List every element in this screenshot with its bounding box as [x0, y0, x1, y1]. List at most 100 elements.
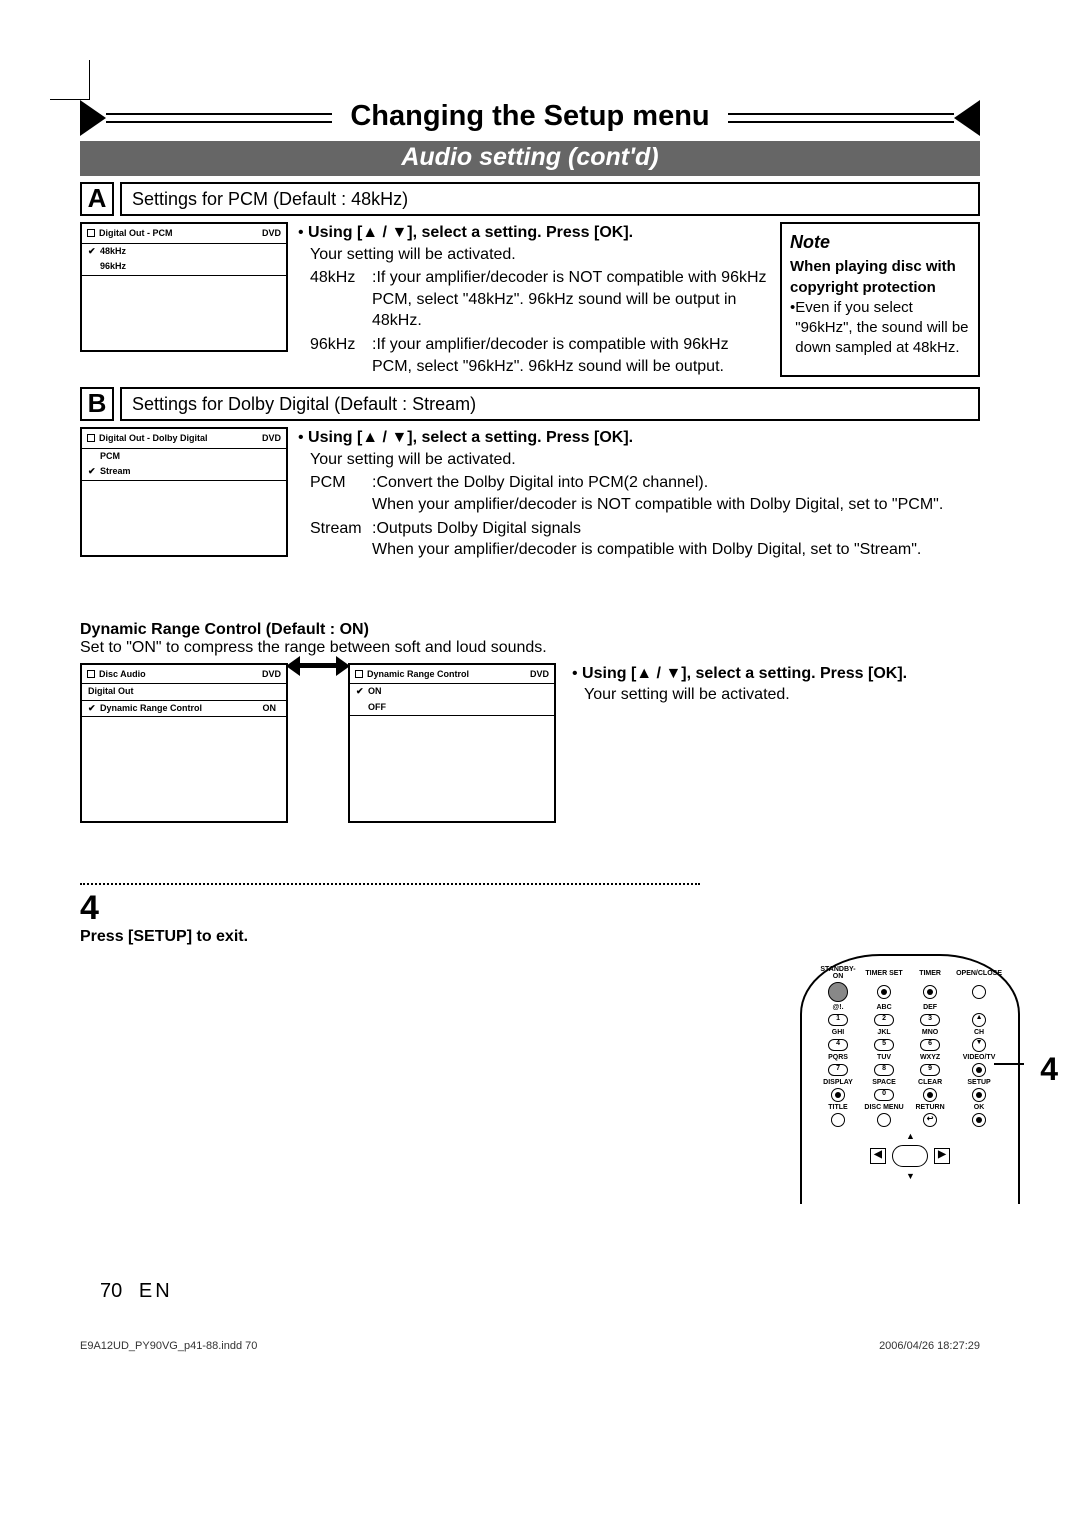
lbl: PQRS	[828, 1054, 848, 1061]
btn-setup	[972, 1088, 986, 1102]
v-pcmb: When your amplifier/decoder is NOT compa…	[372, 496, 943, 513]
section-b-text: • Using [▲ / ▼], select a setting. Press…	[298, 427, 980, 561]
section-a-title: Settings for PCM (Default : 48kHz)	[120, 182, 980, 216]
instr-drc: Using [▲ / ▼], select a setting. Press […	[582, 665, 907, 682]
page-lang: EN	[139, 1280, 173, 1302]
note-bullet: Even if you select "96kHz", the sound wi…	[795, 298, 970, 359]
btn-0: 0	[874, 1089, 894, 1101]
osd-drc-off: OFF	[350, 700, 554, 716]
lbl: VIDEO/TV	[963, 1054, 996, 1061]
lbl: TUV	[877, 1054, 891, 1061]
btn-timerset	[877, 985, 891, 999]
instr-a: Using [▲ / ▼], select a setting. Press […	[308, 224, 633, 241]
osd-da-header: Disc Audio	[99, 669, 146, 679]
line-a1: Your setting will be activated.	[298, 244, 770, 266]
k-96: 96kHz	[310, 334, 372, 377]
page-footer: 70 EN	[100, 1280, 173, 1303]
osd-badge: DVD	[530, 668, 549, 682]
lbl: DISC MENU	[864, 1104, 903, 1111]
lbl: CLEAR	[918, 1079, 942, 1086]
lbl: RETURN	[915, 1104, 944, 1111]
btn-display	[831, 1088, 845, 1102]
v-streamb: When your amplifier/decoder is compatibl…	[372, 541, 921, 558]
double-arrow-icon	[288, 663, 348, 668]
btn-4: 4	[828, 1039, 848, 1051]
lbl: TITLE	[828, 1104, 847, 1111]
step-4-number: 4	[80, 889, 980, 928]
osd-dolby-header: Digital Out - Dolby Digital	[99, 433, 208, 443]
k-pcm: PCM	[310, 472, 372, 515]
lbl: JKL	[877, 1029, 890, 1036]
section-b-title: Settings for Dolby Digital (Default : St…	[120, 387, 980, 421]
osd-badge: DVD	[262, 432, 281, 446]
btn-clear	[923, 1088, 937, 1102]
btn-1: 1	[828, 1014, 848, 1026]
osd-badge: DVD	[262, 227, 281, 241]
section-a-header: A Settings for PCM (Default : 48kHz)	[80, 182, 980, 216]
btn-8: 8	[874, 1064, 894, 1076]
drc-sub: Set to "ON" to compress the range betwee…	[80, 639, 980, 657]
lbl: GHI	[832, 1029, 844, 1036]
btn-5: 5	[874, 1039, 894, 1051]
subtitle-bar: Audio setting (cont'd)	[80, 141, 980, 176]
lbl: DEF	[923, 1004, 937, 1011]
btn-openclose	[972, 985, 986, 999]
osd-row-pcm: PCM	[82, 449, 286, 465]
osd-pcm-header: Digital Out - PCM	[99, 228, 173, 238]
btn-standby	[828, 982, 848, 1002]
osd-drc-header: Dynamic Range Control	[367, 669, 469, 679]
lbl: MNO	[922, 1029, 938, 1036]
print-file: E9A12UD_PY90VG_p41-88.indd 70	[80, 1340, 257, 1352]
page-title: Changing the Setup menu	[332, 100, 727, 133]
v-96: :If your amplifier/decoder is compatible…	[372, 334, 770, 377]
btn-3: 3	[920, 1014, 940, 1026]
lbl: OK	[974, 1104, 985, 1111]
lbl-standby: STANDBY-ON	[818, 966, 858, 980]
osd-pcm: Digital Out - PCM DVD 48kHz 96kHz	[80, 222, 288, 352]
btn-return: ↩	[923, 1113, 937, 1127]
section-letter-b: B	[80, 387, 114, 421]
osd-dolby: Digital Out - Dolby Digital DVD PCM Stre…	[80, 427, 288, 557]
osd-da-r2v: ON	[263, 702, 281, 716]
lbl: WXYZ	[920, 1054, 940, 1061]
drc-text: • Using [▲ / ▼], select a setting. Press…	[556, 663, 980, 706]
print-ts: 2006/04/26 18:27:29	[879, 1340, 980, 1352]
callout-4: 4	[1040, 1051, 1058, 1088]
line-b1: Your setting will be activated.	[298, 449, 980, 471]
page-content: Changing the Setup menu Audio setting (c…	[80, 100, 980, 946]
btn-ok	[972, 1113, 986, 1127]
osd-disc-audio: Disc Audio DVD Digital Out Dynamic Range…	[80, 663, 288, 823]
btn-9: 9	[920, 1064, 940, 1076]
osd-da-r1: Digital Out	[82, 684, 286, 701]
title-banner: Changing the Setup menu	[80, 100, 980, 133]
note-heading: When playing disc with copyright protect…	[790, 258, 956, 295]
callout-line	[994, 1063, 1024, 1065]
btn-title	[831, 1113, 845, 1127]
osd-row-96khz: 96kHz	[82, 259, 286, 275]
note-title: Note	[790, 230, 970, 254]
remote-control-diagram: STANDBY-ON TIMER SET TIMER OPEN/CLOSE @!…	[800, 954, 1020, 1204]
btn-chdn: ▼	[972, 1038, 986, 1052]
osd-row-stream: Stream	[82, 464, 286, 480]
osd-row-48khz: 48kHz	[82, 244, 286, 260]
section-a-text: • Using [▲ / ▼], select a setting. Press…	[298, 222, 770, 377]
drc-heading: Dynamic Range Control (Default : ON)	[80, 621, 980, 639]
btn-videotv	[972, 1063, 986, 1077]
lbl: CH	[974, 1029, 984, 1036]
osd-badge: DVD	[262, 668, 281, 682]
v-stream: :Outputs Dolby Digital signals	[372, 520, 581, 537]
dpad: ▲▼	[870, 1131, 950, 1181]
lbl-timerset: TIMER SET	[865, 970, 902, 977]
v-48: :If your amplifier/decoder is NOT compat…	[372, 267, 770, 332]
lbl: @!.	[832, 1004, 843, 1011]
osd-drc-on: ON	[350, 684, 554, 700]
line-drc: Your setting will be activated.	[572, 684, 980, 706]
btn-timer	[923, 985, 937, 999]
osd-drc: Dynamic Range Control DVD ON OFF	[348, 663, 556, 823]
btn-chup: ▲	[972, 1013, 986, 1027]
lbl-openclose: OPEN/CLOSE	[956, 970, 1002, 977]
lbl-timer: TIMER	[919, 970, 941, 977]
section-b-header: B Settings for Dolby Digital (Default : …	[80, 387, 980, 421]
lbl: SETUP	[967, 1079, 990, 1086]
lbl: SPACE	[872, 1079, 896, 1086]
